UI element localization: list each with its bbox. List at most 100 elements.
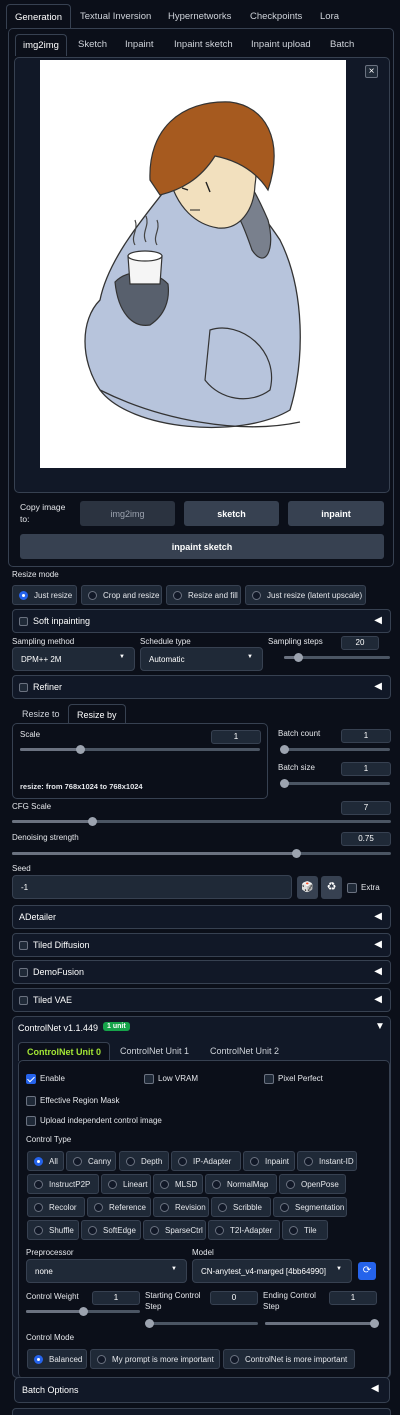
dice-icon[interactable]: 🎲 xyxy=(297,876,318,899)
control-type-t2i-adapter[interactable]: T2I-Adapter xyxy=(208,1220,280,1240)
control-type-sparsectrl[interactable]: SparseCtrl xyxy=(143,1220,206,1240)
control-type-tile[interactable]: Tile xyxy=(282,1220,328,1240)
mode-balanced[interactable]: Balanced xyxy=(27,1349,87,1369)
soft-inpainting-accordion[interactable]: Soft inpainting ◀ xyxy=(12,609,391,633)
control-type-lineart[interactable]: Lineart xyxy=(101,1174,151,1194)
control-type-softedge[interactable]: SoftEdge xyxy=(81,1220,141,1240)
tab-sketch[interactable]: Sketch xyxy=(71,34,114,56)
tab-generation[interactable]: Generation xyxy=(6,4,72,29)
sampling-steps-label: Sampling steps xyxy=(268,637,323,646)
refiner-accordion[interactable]: Refiner ◀ xyxy=(12,675,391,699)
copy-to-sketch-button[interactable]: sketch xyxy=(184,501,279,526)
collapse-arrow-icon: ◀ xyxy=(374,911,382,922)
low-vram-checkbox[interactable] xyxy=(144,1074,154,1084)
control-weight-slider[interactable] xyxy=(26,1307,140,1316)
seed-input[interactable]: -1 xyxy=(12,875,292,899)
resize-just-resize-radio[interactable]: Just resize xyxy=(12,585,77,605)
model-select[interactable]: CN-anytest_v4-marged [4bb64990] ▼ xyxy=(192,1259,352,1283)
control-type-instant-id[interactable]: Instant-ID xyxy=(297,1151,357,1171)
recycle-icon[interactable]: ♻ xyxy=(321,876,342,899)
tab-controlnet-unit-2[interactable]: ControlNet Unit 2 xyxy=(202,1042,287,1061)
cfg-scale-input[interactable]: 7 xyxy=(341,801,391,815)
pixel-perfect-checkbox[interactable] xyxy=(264,1074,274,1084)
control-type-instructp2p[interactable]: InstructP2P xyxy=(27,1174,99,1194)
control-type-all[interactable]: All xyxy=(27,1151,64,1171)
tab-img2img[interactable]: img2img xyxy=(15,34,67,56)
control-type-mlsd[interactable]: MLSD xyxy=(153,1174,203,1194)
sampling-steps-input[interactable]: 20 xyxy=(341,636,379,650)
control-type-reference[interactable]: Reference xyxy=(87,1197,151,1217)
tab-textual-inversion[interactable]: Textual Inversion xyxy=(72,4,159,29)
mode-prompt-important[interactable]: My prompt is more important xyxy=(90,1349,220,1369)
enable-checkbox[interactable] xyxy=(26,1074,36,1084)
refresh-icon[interactable]: ⟳ xyxy=(358,1262,376,1280)
close-image-icon[interactable]: × xyxy=(365,65,378,78)
tab-controlnet-unit-1[interactable]: ControlNet Unit 1 xyxy=(112,1042,197,1061)
control-type-openpose[interactable]: OpenPose xyxy=(279,1174,346,1194)
copy-to-inpaint-sketch-button[interactable]: inpaint sketch xyxy=(20,534,384,559)
demofusion-accordion[interactable]: DemoFusion ◀ xyxy=(12,960,391,984)
control-type-segmentation[interactable]: Segmentation xyxy=(273,1197,347,1217)
ending-step-input[interactable]: 1 xyxy=(329,1291,377,1305)
scale-input[interactable]: 1 xyxy=(211,730,261,744)
resize-fill-radio[interactable]: Resize and fill xyxy=(166,585,241,605)
denoising-slider[interactable] xyxy=(12,849,391,858)
sampling-steps-slider[interactable] xyxy=(284,653,390,662)
collapse-arrow-icon: ◀ xyxy=(374,939,382,950)
collapse-arrow-icon[interactable]: ◀ xyxy=(371,1383,379,1394)
tab-batch[interactable]: Batch xyxy=(323,34,361,56)
starting-step-slider[interactable] xyxy=(145,1319,258,1328)
effective-mask-checkbox[interactable] xyxy=(26,1096,36,1106)
schedule-type-select[interactable]: Automatic ▼ xyxy=(140,647,263,671)
adetailer-accordion[interactable]: ADetailer ◀ xyxy=(12,905,391,929)
resize-latent-radio[interactable]: Just resize (latent upscale) xyxy=(245,585,366,605)
tab-inpaint-sketch[interactable]: Inpaint sketch xyxy=(167,34,240,56)
tab-resize-by[interactable]: Resize by xyxy=(68,704,126,724)
tiled-vae-accordion[interactable]: Tiled VAE ◀ xyxy=(12,988,391,1012)
batch-size-input[interactable]: 1 xyxy=(341,762,391,776)
upload-independent-checkbox[interactable] xyxy=(26,1116,36,1126)
control-type-revision[interactable]: Revision xyxy=(153,1197,209,1217)
tab-inpaint-upload[interactable]: Inpaint upload xyxy=(244,34,318,56)
sampling-method-select[interactable]: DPM++ 2M ▼ xyxy=(12,647,135,671)
control-type-inpaint[interactable]: Inpaint xyxy=(243,1151,295,1171)
mode-controlnet-important[interactable]: ControlNet is more important xyxy=(223,1349,355,1369)
copy-to-img2img-button[interactable]: img2img xyxy=(80,501,175,526)
pixel-perfect-label: Pixel Perfect xyxy=(278,1074,323,1083)
scale-slider[interactable] xyxy=(20,745,260,754)
batch-size-slider[interactable] xyxy=(280,779,390,788)
batch-count-slider[interactable] xyxy=(280,745,390,754)
control-weight-input[interactable]: 1 xyxy=(92,1291,140,1305)
preprocessor-select[interactable]: none ▼ xyxy=(26,1259,187,1283)
extra-checkbox[interactable] xyxy=(347,883,357,893)
tab-lora[interactable]: Lora xyxy=(312,4,347,29)
batch-count-input[interactable]: 1 xyxy=(341,729,391,743)
control-type-scribble[interactable]: Scribble xyxy=(211,1197,271,1217)
demofusion-checkbox[interactable] xyxy=(19,968,28,977)
resize-crop-radio[interactable]: Crop and resize xyxy=(81,585,162,605)
soft-inpainting-checkbox[interactable] xyxy=(19,617,28,626)
denoising-input[interactable]: 0.75 xyxy=(341,832,391,846)
upload-independent-label: Upload independent control image xyxy=(40,1116,162,1125)
ending-step-slider[interactable] xyxy=(265,1319,379,1328)
tab-resize-to[interactable]: Resize to xyxy=(14,704,68,724)
control-type-depth[interactable]: Depth xyxy=(119,1151,169,1171)
control-type-canny[interactable]: Canny xyxy=(66,1151,116,1171)
controlnet-title[interactable]: ControlNet v1.1.449 xyxy=(18,1023,98,1033)
control-type-shuffle[interactable]: Shuffle xyxy=(27,1220,79,1240)
starting-step-input[interactable]: 0 xyxy=(210,1291,258,1305)
control-type-normalmap[interactable]: NormalMap xyxy=(205,1174,277,1194)
control-type-ip-adapter[interactable]: IP-Adapter xyxy=(171,1151,241,1171)
refiner-checkbox[interactable] xyxy=(19,683,28,692)
tiled-diffusion-checkbox[interactable] xyxy=(19,941,28,950)
tiled-diffusion-accordion[interactable]: Tiled Diffusion ◀ xyxy=(12,933,391,957)
cfg-scale-slider[interactable] xyxy=(12,817,391,826)
tab-controlnet-unit-0[interactable]: ControlNet Unit 0 xyxy=(18,1042,110,1061)
control-type-recolor[interactable]: Recolor xyxy=(27,1197,85,1217)
tab-hypernetworks[interactable]: Hypernetworks xyxy=(160,4,239,29)
tab-inpaint[interactable]: Inpaint xyxy=(118,34,161,56)
expand-arrow-icon[interactable]: ▼ xyxy=(375,1021,385,1032)
tiled-vae-checkbox[interactable] xyxy=(19,996,28,1005)
tab-checkpoints[interactable]: Checkpoints xyxy=(242,4,310,29)
copy-to-inpaint-button[interactable]: inpaint xyxy=(288,501,384,526)
